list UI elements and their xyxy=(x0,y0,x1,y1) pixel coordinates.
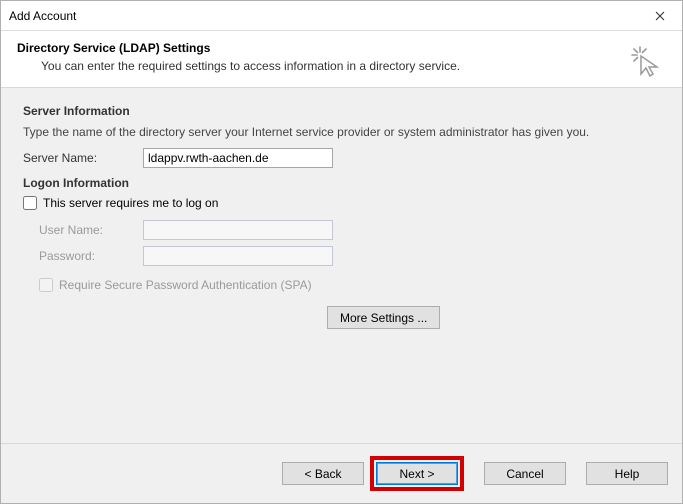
server-info-title: Server Information xyxy=(23,104,660,118)
more-settings-button[interactable]: More Settings ... xyxy=(327,306,440,329)
wizard-header: Directory Service (LDAP) Settings You ca… xyxy=(1,31,682,88)
next-button-highlight: Next > xyxy=(370,456,464,491)
titlebar: Add Account xyxy=(1,1,682,31)
spa-row: Require Secure Password Authentication (… xyxy=(23,278,660,292)
spa-label: Require Secure Password Authentication (… xyxy=(59,278,312,292)
close-button[interactable] xyxy=(637,1,682,30)
window-title: Add Account xyxy=(9,9,637,23)
server-name-label: Server Name: xyxy=(23,151,143,165)
requires-logon-checkbox[interactable] xyxy=(23,196,37,210)
password-label: Password: xyxy=(23,249,143,263)
server-name-row: Server Name: xyxy=(23,148,660,168)
logon-info-title: Logon Information xyxy=(23,176,660,190)
back-button[interactable]: < Back xyxy=(282,462,364,485)
requires-logon-row[interactable]: This server requires me to log on xyxy=(23,196,660,210)
server-info-description: Type the name of the directory server yo… xyxy=(23,124,660,140)
password-input xyxy=(143,246,333,266)
cursor-click-icon xyxy=(628,43,664,79)
header-subtitle: You can enter the required settings to a… xyxy=(17,55,666,73)
close-icon xyxy=(655,11,665,21)
username-row: User Name: xyxy=(23,220,660,240)
password-row: Password: xyxy=(23,246,660,266)
wizard-body: Server Information Type the name of the … xyxy=(1,88,682,443)
username-input xyxy=(143,220,333,240)
help-button[interactable]: Help xyxy=(586,462,668,485)
next-button[interactable]: Next > xyxy=(376,462,458,485)
server-name-input[interactable] xyxy=(143,148,333,168)
username-label: User Name: xyxy=(23,223,143,237)
header-title: Directory Service (LDAP) Settings xyxy=(17,41,666,55)
requires-logon-label: This server requires me to log on xyxy=(43,196,218,210)
wizard-footer: < Back Next > Cancel Help xyxy=(1,443,682,503)
more-settings-row: More Settings ... xyxy=(23,306,660,329)
add-account-window: Add Account Directory Service (LDAP) Set… xyxy=(0,0,683,504)
spa-checkbox xyxy=(39,278,53,292)
cancel-button[interactable]: Cancel xyxy=(484,462,566,485)
